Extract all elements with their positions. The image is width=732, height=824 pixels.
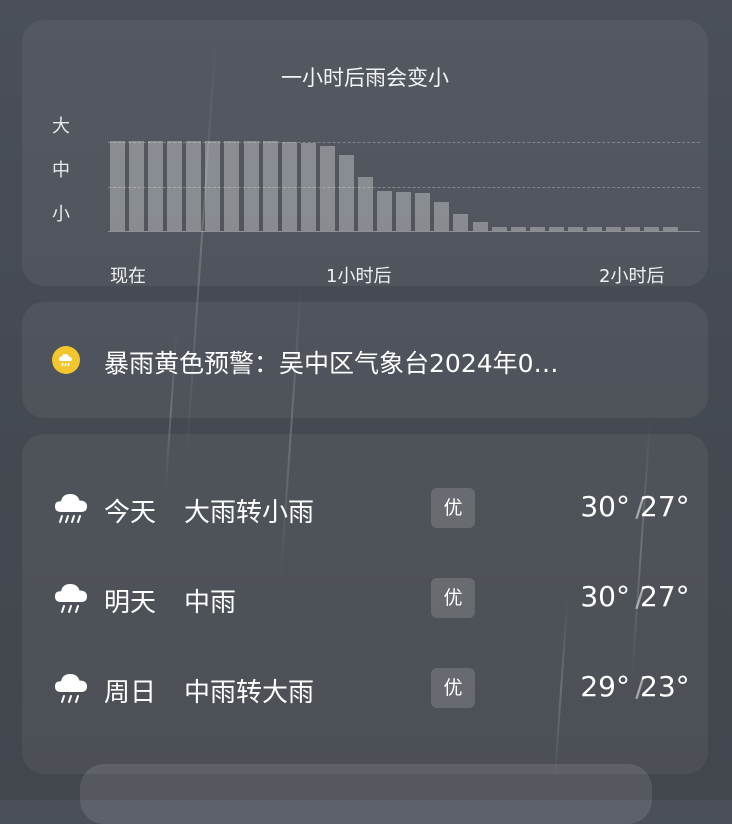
precipitation-bar <box>663 226 679 231</box>
precipitation-bar <box>644 226 660 231</box>
forecast-day: 今天 <box>104 498 157 528</box>
weather-alert-card[interactable]: 暴雨黄色预警：吴中区气象台2024年0… <box>22 302 708 418</box>
precipitation-bar <box>205 141 221 231</box>
rain-forecast-title: 一小时后雨会变小 <box>281 66 449 90</box>
precipitation-bar <box>606 226 622 231</box>
precipitation-bar <box>415 193 431 231</box>
aqi-badge: 优 <box>431 488 475 528</box>
rain-cloud-icon <box>55 674 87 703</box>
precipitation-bar <box>567 226 583 231</box>
rain-cloud-icon <box>55 584 87 613</box>
precipitation-bar <box>319 145 335 231</box>
precipitation-bar <box>129 141 145 231</box>
high-temperature: 29° <box>580 670 630 703</box>
rain-forecast-card[interactable]: 一小时后雨会变小 大 中 小 现在 1小时后 2小时后 <box>22 20 708 287</box>
precipitation-bar <box>472 222 488 231</box>
precipitation-bar <box>396 192 412 231</box>
precipitation-bar <box>262 141 278 231</box>
precipitation-bar <box>338 154 354 231</box>
aqi-badge: 优 <box>431 578 475 618</box>
forecast-row-tomorrow[interactable]: 明天 中雨 优 30° / 27° <box>22 568 708 628</box>
storm-warning-icon <box>52 346 80 374</box>
chart-baseline <box>108 231 700 232</box>
forecast-condition: 中雨 <box>184 588 237 618</box>
precipitation-bar <box>548 226 564 231</box>
precipitation-bar <box>281 141 297 231</box>
precipitation-bar <box>148 141 164 231</box>
precipitation-bar <box>224 141 240 231</box>
precipitation-bar <box>587 226 602 231</box>
precipitation-bar <box>110 141 125 231</box>
precipitation-bar <box>377 191 393 231</box>
precipitation-bar <box>167 141 183 231</box>
precipitation-bar <box>243 141 259 231</box>
precipitation-bar <box>529 226 545 231</box>
low-temperature: 27° <box>640 490 690 523</box>
precipitation-bar <box>358 177 374 231</box>
forecast-day: 周日 <box>104 678 157 708</box>
precipitation-bar <box>491 226 507 231</box>
precipitation-bar <box>186 141 202 231</box>
forecast-day: 明天 <box>104 588 157 618</box>
x-label-one-hour: 1小时后 <box>326 266 392 287</box>
x-label-two-hours: 2小时后 <box>599 266 665 287</box>
level-label-mid: 中 <box>52 160 70 181</box>
forecast-condition: 大雨转小雨 <box>184 498 315 528</box>
precipitation-bar <box>300 143 316 231</box>
x-label-now: 现在 <box>110 266 146 287</box>
precipitation-bar <box>510 226 526 231</box>
bottom-sheet-handle[interactable] <box>80 764 652 824</box>
precipitation-bar <box>453 213 469 231</box>
daily-forecast-card: 今天 大雨转小雨 优 30° / 27° 明天 中雨 优 30° / 27° 周… <box>22 434 708 774</box>
high-temperature: 30° <box>580 580 630 613</box>
low-temperature: 23° <box>640 670 690 703</box>
low-temperature: 27° <box>640 580 690 613</box>
precipitation-bar <box>434 201 450 231</box>
forecast-row-sunday[interactable]: 周日 中雨转大雨 优 29° / 23° <box>22 658 708 718</box>
forecast-row-today[interactable]: 今天 大雨转小雨 优 30° / 27° <box>22 478 708 538</box>
alert-text: 暴雨黄色预警：吴中区气象台2024年0… <box>104 349 559 378</box>
heavy-rain-cloud-icon <box>55 494 87 523</box>
level-label-high: 大 <box>52 116 70 137</box>
level-label-low: 小 <box>52 204 70 225</box>
aqi-badge: 优 <box>431 668 475 708</box>
high-temperature: 30° <box>580 490 630 523</box>
precipitation-bar <box>625 226 641 231</box>
forecast-condition: 中雨转大雨 <box>184 678 315 708</box>
